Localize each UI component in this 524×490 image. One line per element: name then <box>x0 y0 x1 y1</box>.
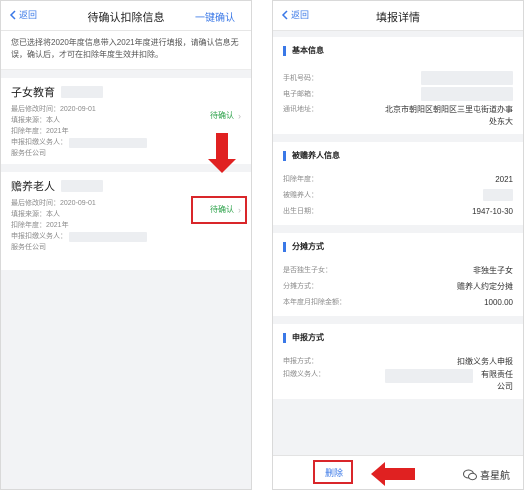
employer-value: 服务任公司 <box>11 150 46 157</box>
back-button[interactable]: 返回 <box>281 8 309 21</box>
basic-info-section: 基本信息 <box>273 37 523 56</box>
year-value: 2021年 <box>46 128 69 135</box>
back-button[interactable]: 返回 <box>9 8 37 21</box>
left-screen: 返回 待确认扣除信息 一键确认 您已选择将2020年度信息带入2021年度进行填… <box>0 0 252 490</box>
amount-value: 1000.00 <box>484 297 513 307</box>
right-screen: 返回 填报详情 基本信息 手机号码： 电子邮箱： 通讯地址： 北京市朝阳区朝阳区… <box>272 0 524 490</box>
address-value: 北京市朝阳区朝阳区三里屯街道办事处东大 <box>385 105 513 126</box>
source-value: 本人 <box>46 117 60 124</box>
redacted-block <box>483 189 513 201</box>
section-heading: 被赡养人信息 <box>292 151 340 160</box>
year-value: 2021年 <box>46 222 69 229</box>
redacted-block <box>61 86 103 98</box>
wechat-icon <box>463 469 477 480</box>
phone-label: 手机号码： <box>283 75 318 82</box>
chevron-right-icon: › <box>238 110 241 121</box>
right-navbar: 返回 填报详情 <box>273 1 523 31</box>
dob-value: 1947-10-30 <box>472 206 513 216</box>
source-label: 填报来源： <box>11 117 46 124</box>
highlight-box <box>191 196 247 224</box>
pending-label: 待确认 <box>210 111 234 120</box>
only-child-label: 是否独生子女： <box>283 267 332 274</box>
source-value: 本人 <box>46 211 60 218</box>
section-heading: 申报方式 <box>292 333 324 342</box>
elder-info-rows: 扣除年度： 2021 被赡养人： 出生日期： 1947-10-30 <box>273 161 523 225</box>
employer-label: 申报扣缴义务人： <box>11 139 67 146</box>
year-label: 扣除年度： <box>11 222 46 229</box>
notice-text: 您已选择将2020年度信息带入2021年度进行填报，请确认信息无误，确认后，才可… <box>1 31 251 70</box>
watermark: 喜星航 <box>460 466 513 483</box>
pending-status[interactable]: 待确认 › <box>210 110 241 121</box>
redacted-block <box>61 180 103 192</box>
address-label: 通讯地址： <box>283 106 318 113</box>
chevron-left-icon <box>281 9 288 20</box>
redacted-block <box>69 137 147 148</box>
section-heading: 基本信息 <box>292 46 324 55</box>
year-label: 扣除年度： <box>11 128 46 135</box>
red-arrow-down <box>208 133 236 173</box>
updated-value: 2020-09-01 <box>60 200 96 207</box>
agent-value: 有限责任公司 <box>481 370 513 391</box>
email-label: 电子邮箱： <box>283 91 318 98</box>
split-section: 分摊方式 <box>273 233 523 252</box>
only-child-value: 非独生子女 <box>473 265 513 275</box>
dob-label: 出生日期： <box>283 208 318 215</box>
employer-value: 服务任公司 <box>11 244 46 251</box>
red-arrow-left <box>371 462 415 486</box>
source-label: 填报来源： <box>11 211 46 218</box>
updated-label: 最后修改时间： <box>11 106 60 113</box>
confirm-all-button[interactable]: 一键确认 <box>195 9 235 24</box>
report-rows: 申报方式： 扣缴义务人申报 扣缴义务人： 有限责任公司 <box>273 343 523 399</box>
card-title: 赡养老人 <box>11 181 55 193</box>
updated-label: 最后修改时间： <box>11 200 60 207</box>
watermark-label: 喜星航 <box>480 471 510 482</box>
basic-info-rows: 手机号码： 电子邮箱： 通讯地址： 北京市朝阳区朝阳区三里屯街道办事处东大 <box>273 56 523 134</box>
elder-name-label: 被赡养人： <box>283 192 318 199</box>
year-value: 2021 <box>495 174 513 184</box>
split-method-label: 分摊方式： <box>283 283 318 290</box>
agent-label: 扣缴义务人： <box>283 371 325 378</box>
page-title: 填报详情 <box>376 12 420 24</box>
elder-info-section: 被赡养人信息 <box>273 142 523 161</box>
back-label: 返回 <box>291 10 310 20</box>
redacted-block <box>69 231 147 242</box>
redacted-block <box>421 87 513 101</box>
year-label: 扣除年度： <box>283 176 318 183</box>
highlight-box <box>313 460 353 484</box>
back-label: 返回 <box>19 10 38 20</box>
deduction-card[interactable]: 赡养老人 最后修改时间： 2020-09-01 填报来源： 本人 扣除年度： 2021… <box>1 172 251 270</box>
card-title: 子女教育 <box>11 87 55 99</box>
report-section: 申报方式 <box>273 324 523 343</box>
report-method-label: 申报方式： <box>283 358 318 365</box>
updated-value: 2020-09-01 <box>60 106 96 113</box>
split-rows: 是否独生子女： 非独生子女 分摊方式： 赡养人约定分摊 本年度月扣除金额： 1000.… <box>273 252 523 316</box>
split-method-value: 赡养人约定分摊 <box>457 281 513 291</box>
redacted-block <box>421 71 513 85</box>
chevron-left-icon <box>9 9 16 20</box>
amount-label: 本年度月扣除金额： <box>283 299 346 306</box>
employer-label: 申报扣缴义务人： <box>11 233 67 240</box>
left-navbar: 返回 待确认扣除信息 一键确认 <box>1 1 251 31</box>
report-method-value: 扣缴义务人申报 <box>457 356 513 366</box>
section-heading: 分摊方式 <box>292 242 324 251</box>
redacted-block <box>385 369 473 383</box>
